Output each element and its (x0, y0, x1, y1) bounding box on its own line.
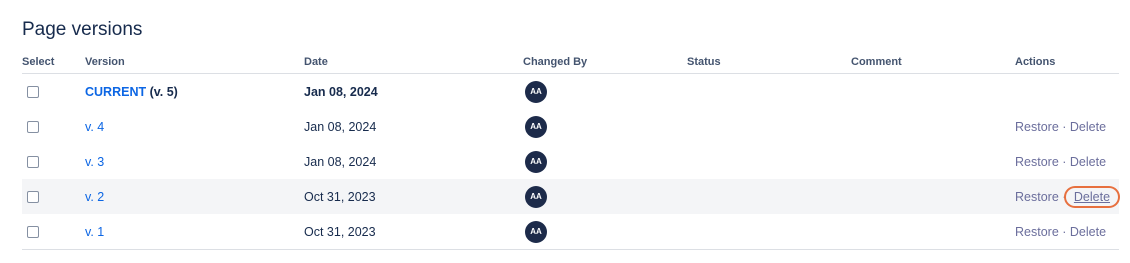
row-select-checkbox[interactable] (27, 86, 39, 99)
version-date: Jan 08, 2024 (304, 154, 377, 169)
page-title: Page versions (22, 19, 143, 40)
restore-link[interactable]: Restore (1015, 225, 1059, 239)
row-select-checkbox[interactable] (27, 191, 39, 204)
row-select-checkbox[interactable] (27, 121, 39, 134)
table-row: v. 4 Jan 08, 2024 AA Restore · Delete (22, 109, 1119, 144)
table-row: v. 2 Oct 31, 2023 AA Restore · Delete (22, 179, 1119, 214)
version-status (687, 214, 851, 250)
row-actions: Restore · Delete (1015, 109, 1119, 144)
column-header-changed-by: Changed By (523, 50, 687, 74)
avatar[interactable]: AA (525, 115, 547, 138)
versions-table: Select Version Date Changed By Status Co… (22, 50, 1119, 250)
delete-link[interactable]: Delete (1066, 188, 1118, 206)
restore-link[interactable]: Restore (1015, 190, 1059, 204)
delete-link[interactable]: Delete (1070, 120, 1106, 134)
restore-link[interactable]: Restore (1015, 120, 1059, 134)
version-comment (851, 74, 1015, 110)
column-header-status: Status (687, 50, 851, 74)
version-comment (851, 179, 1015, 214)
version-date: Oct 31, 2023 (304, 179, 523, 214)
version-suffix: (v. 5) (146, 84, 178, 99)
delete-link[interactable]: Delete (1070, 225, 1106, 239)
version-date: Jan 08, 2024 (304, 84, 378, 99)
version-status (687, 179, 851, 214)
version-comment (851, 214, 1015, 250)
avatar[interactable]: AA (525, 80, 547, 103)
restore-link[interactable]: Restore (1015, 155, 1059, 169)
avatar[interactable]: AA (525, 150, 547, 173)
version-link[interactable]: CURRENT (85, 85, 146, 99)
action-separator: · (1058, 154, 1070, 169)
row-select-checkbox[interactable] (27, 226, 39, 239)
row-actions: Restore · Delete (1015, 214, 1119, 250)
column-header-actions: Actions (1015, 50, 1119, 74)
row-select-checkbox[interactable] (27, 156, 39, 169)
table-row: CURRENT (v. 5) Jan 08, 2024 AA (22, 74, 1119, 110)
table-row: v. 3 Jan 08, 2024 AA Restore · Delete (22, 144, 1119, 179)
version-link[interactable]: v. 1 (85, 225, 104, 239)
version-date: Oct 31, 2023 (304, 214, 523, 250)
version-status (687, 144, 851, 179)
table-row: v. 1 Oct 31, 2023 AA Restore · Delete (22, 214, 1119, 250)
avatar[interactable]: AA (525, 185, 547, 208)
column-header-comment: Comment (851, 50, 1015, 74)
delete-link[interactable]: Delete (1070, 155, 1106, 169)
version-link[interactable]: v. 2 (85, 190, 104, 204)
version-status (687, 74, 851, 110)
version-comment (851, 144, 1015, 179)
version-link[interactable]: v. 3 (85, 155, 104, 169)
action-separator: · (1058, 224, 1070, 239)
version-link[interactable]: v. 4 (85, 120, 104, 134)
version-comment (851, 109, 1015, 144)
version-date: Jan 08, 2024 (304, 119, 377, 134)
action-separator: · (1058, 119, 1070, 134)
version-status (687, 109, 851, 144)
row-actions: Restore · Delete (1015, 179, 1119, 214)
column-header-select: Select (22, 50, 85, 74)
row-actions: Restore · Delete (1015, 144, 1119, 179)
column-header-version: Version (85, 50, 304, 74)
avatar[interactable]: AA (525, 220, 547, 243)
row-actions (1015, 74, 1119, 110)
column-header-date: Date (304, 50, 523, 74)
table-header-row: Select Version Date Changed By Status Co… (22, 50, 1119, 74)
